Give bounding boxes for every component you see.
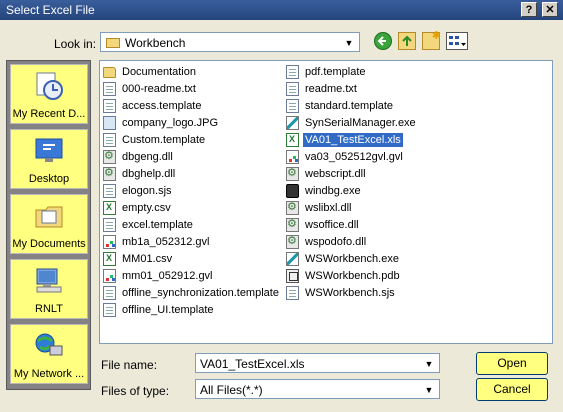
doc-file-icon <box>103 218 116 232</box>
gvl-file-icon <box>103 235 116 249</box>
file-name: elogon.sjs <box>122 185 172 197</box>
file-name: mb1a_052312.gvl <box>122 236 210 248</box>
gear-file-icon <box>286 166 299 181</box>
doc-file-icon <box>286 82 299 96</box>
doc-file-icon <box>286 65 299 79</box>
file-name-value: VA01_TestExcel.xls <box>200 357 305 371</box>
pdb-file-icon <box>286 269 299 283</box>
look-in-dropdown[interactable]: Workbench ▼ <box>100 32 360 52</box>
place-my-documents[interactable]: My Documents <box>10 194 88 254</box>
file-name: readme.txt <box>305 83 357 95</box>
file-name: wspodofo.dll <box>305 236 367 248</box>
file-list[interactable]: Documentation 000-readme.txt access.templa… <box>99 60 553 344</box>
look-in-value: Workbench <box>125 36 186 50</box>
file-name: offline_synchronization.template <box>122 287 279 299</box>
title-bar: Select Excel File ? ✕ <box>0 0 563 20</box>
file-name: standard.template <box>305 100 394 112</box>
folder-icon <box>106 38 120 48</box>
files-of-type-dropdown[interactable]: All Files(*.*) ▼ <box>195 379 440 399</box>
file-name: dbghelp.dll <box>122 168 176 180</box>
chevron-down-icon[interactable]: ▼ <box>342 35 356 51</box>
computer-icon <box>36 268 62 293</box>
file-name: WSWorkbench.exe <box>305 253 399 265</box>
gvl-file-icon <box>103 269 116 283</box>
file-name: mm01_052912.gvl <box>122 270 213 282</box>
back-icon[interactable] <box>374 32 392 50</box>
up-folder-icon[interactable] <box>398 32 416 50</box>
file-name: access.template <box>122 100 202 112</box>
doc-file-icon <box>103 82 116 96</box>
window-title: Select Excel File <box>6 3 95 17</box>
doc-file-icon <box>103 184 116 198</box>
syn-file-icon <box>286 252 299 266</box>
file-name: 000-readme.txt <box>122 83 196 95</box>
recent-documents-icon <box>36 72 63 100</box>
desktop-icon <box>35 138 63 162</box>
gear-file-icon <box>286 217 299 232</box>
files-of-type-value: All Files(*.*) <box>200 383 263 397</box>
doc-file-icon <box>103 303 116 317</box>
file-name: webscript.dll <box>305 168 366 180</box>
doc-file-icon <box>103 286 116 300</box>
new-folder-icon[interactable]: ✱ <box>422 30 441 50</box>
file-name: SynSerialManager.exe <box>305 117 416 129</box>
file-name: pdf.template <box>305 66 366 78</box>
file-name: dbgeng.dll <box>122 151 173 163</box>
cancel-button[interactable]: Cancel <box>476 378 548 401</box>
file-name: excel.template <box>122 219 193 231</box>
file-name: windbg.exe <box>305 185 361 197</box>
doc-file-icon <box>103 99 116 113</box>
look-in-label: Look in: <box>54 37 97 51</box>
file-name: va03_052512gvl.gvl <box>305 151 403 163</box>
close-button[interactable]: ✕ <box>542 2 558 17</box>
file-name: Documentation <box>122 66 196 78</box>
excel-file-icon <box>103 252 116 266</box>
chevron-down-icon[interactable]: ▼ <box>422 382 436 398</box>
file-name: VA01_TestExcel.xls <box>302 132 404 148</box>
open-button[interactable]: Open <box>476 352 548 375</box>
syn-file-icon <box>286 116 299 130</box>
gear-file-icon <box>286 200 299 215</box>
doc-file-icon <box>286 99 299 113</box>
place-rnlt[interactable]: RNLT <box>10 259 88 319</box>
place-desktop[interactable]: Desktop <box>10 129 88 189</box>
places-bar: My Recent D... Desktop My Documents RNLT <box>6 60 91 390</box>
views-menu-icon[interactable] <box>446 32 468 50</box>
file-name: empty.csv <box>122 202 171 214</box>
file-name: wsoffice.dll <box>305 219 359 231</box>
help-button[interactable]: ? <box>521 2 537 17</box>
gear-file-icon <box>103 166 116 181</box>
place-my-network[interactable]: My Network ... <box>10 324 88 384</box>
doc-file-icon <box>286 286 299 300</box>
gvl-file-icon <box>286 150 299 164</box>
img-file-icon <box>103 116 116 130</box>
file-name: offline_UI.template <box>122 304 214 316</box>
network-icon <box>35 333 63 356</box>
place-my-recent-documents[interactable]: My Recent D... <box>10 64 88 124</box>
wind-file-icon <box>286 184 299 198</box>
excel-file-icon <box>286 133 299 147</box>
my-documents-icon <box>35 206 63 228</box>
file-name: MM01.csv <box>122 253 173 265</box>
file-name: wslibxl.dll <box>305 202 352 214</box>
file-name: company_logo.JPG <box>122 117 218 129</box>
file-name-label: File name: <box>101 358 158 372</box>
gear-file-icon <box>103 149 116 164</box>
doc-file-icon <box>103 133 116 147</box>
file-name-input[interactable]: VA01_TestExcel.xls ▼ <box>195 353 440 373</box>
excel-file-icon <box>103 201 116 215</box>
folder-icon <box>103 67 116 78</box>
file-name: Custom.template <box>122 134 206 146</box>
chevron-down-icon[interactable]: ▼ <box>422 356 436 372</box>
file-name: WSWorkbench.pdb <box>305 270 400 282</box>
file-name: WSWorkbench.sjs <box>305 287 395 299</box>
gear-file-icon <box>286 234 299 249</box>
files-of-type-label: Files of type: <box>101 384 170 398</box>
